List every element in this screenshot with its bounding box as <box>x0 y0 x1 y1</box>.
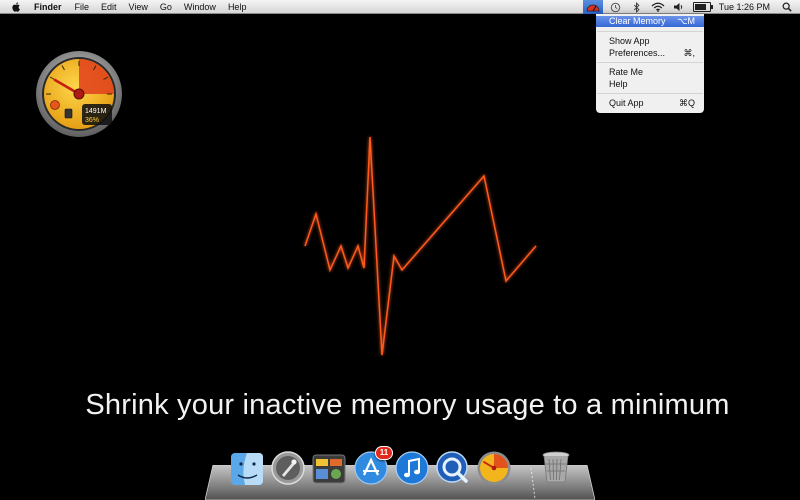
finder-icon[interactable] <box>229 451 265 487</box>
menu-window[interactable]: Window <box>184 0 216 14</box>
memory-menu-dropdown: Clear Memory ⌥M Show App Preferences... … <box>596 14 704 113</box>
menu-item-quit-app[interactable]: Quit App ⌘Q <box>596 98 704 109</box>
gauge-chip-icon <box>64 108 73 119</box>
memory-clean-icon[interactable] <box>476 450 512 486</box>
spotlight-search-icon[interactable] <box>782 2 792 12</box>
menu-item-rate-me[interactable]: Rate Me <box>596 67 704 78</box>
menu-item-label: Clear Memory <box>609 16 666 26</box>
menu-separator <box>597 93 703 94</box>
app-store-badge: 11 <box>375 446 393 460</box>
battery-icon[interactable] <box>692 2 713 12</box>
bluetooth-icon[interactable] <box>630 1 644 13</box>
wifi-icon[interactable] <box>651 1 665 13</box>
gauge-memory-value: 1491M <box>85 108 107 115</box>
apple-icon[interactable] <box>11 1 21 12</box>
menu-item-label: Help <box>609 79 628 89</box>
itunes-icon[interactable] <box>394 450 430 486</box>
launchpad-icon[interactable] <box>270 450 306 486</box>
menu-item-label: Preferences... <box>609 48 666 58</box>
menu-item-help[interactable]: Help <box>596 79 704 90</box>
app-store-item[interactable]: 11 <box>353 446 393 486</box>
menu-go[interactable]: Go <box>160 0 172 14</box>
menu-separator <box>597 62 703 63</box>
volume-icon[interactable] <box>672 1 686 13</box>
menu-view[interactable]: View <box>129 0 148 14</box>
menu-item-shortcut: ⌘Q <box>678 98 695 108</box>
gauge-hub <box>73 88 85 100</box>
menu-item-shortcut: ⌘, <box>683 48 695 58</box>
menu-item-label: Rate Me <box>609 67 644 77</box>
menu-item-preferences[interactable]: Preferences... ⌘, <box>596 48 704 59</box>
menu-separator <box>597 31 703 32</box>
heartbeat-graphic <box>40 136 730 356</box>
menu-item-label: Quit App <box>609 98 644 108</box>
menu-file[interactable]: File <box>75 0 90 14</box>
time-machine-icon[interactable] <box>609 1 623 13</box>
quicktime-icon[interactable] <box>435 450 471 486</box>
menu-item-show-app[interactable]: Show App <box>596 36 704 47</box>
menu-clock[interactable]: Tue 1:26 PM <box>719 2 770 12</box>
menu-help[interactable]: Help <box>228 0 247 14</box>
menu-item-clear-memory[interactable]: Clear Memory ⌥M <box>596 16 704 27</box>
gauge-orange-button[interactable] <box>50 100 60 110</box>
menu-app-finder[interactable]: Finder <box>34 0 62 14</box>
tagline-text: Shrink your inactive memory usage to a m… <box>85 389 730 421</box>
menu-item-label: Show App <box>609 36 650 46</box>
memory-gauge-icon[interactable] <box>582 0 603 14</box>
dashboard-icon[interactable] <box>311 451 347 487</box>
trash-icon[interactable] <box>538 449 574 485</box>
menu-item-shortcut: ⌥M <box>677 16 695 26</box>
pulse-waveform <box>304 136 537 356</box>
menu-bar: Finder File Edit View Go Window Help Tue… <box>0 0 800 14</box>
menu-edit[interactable]: Edit <box>101 0 117 14</box>
